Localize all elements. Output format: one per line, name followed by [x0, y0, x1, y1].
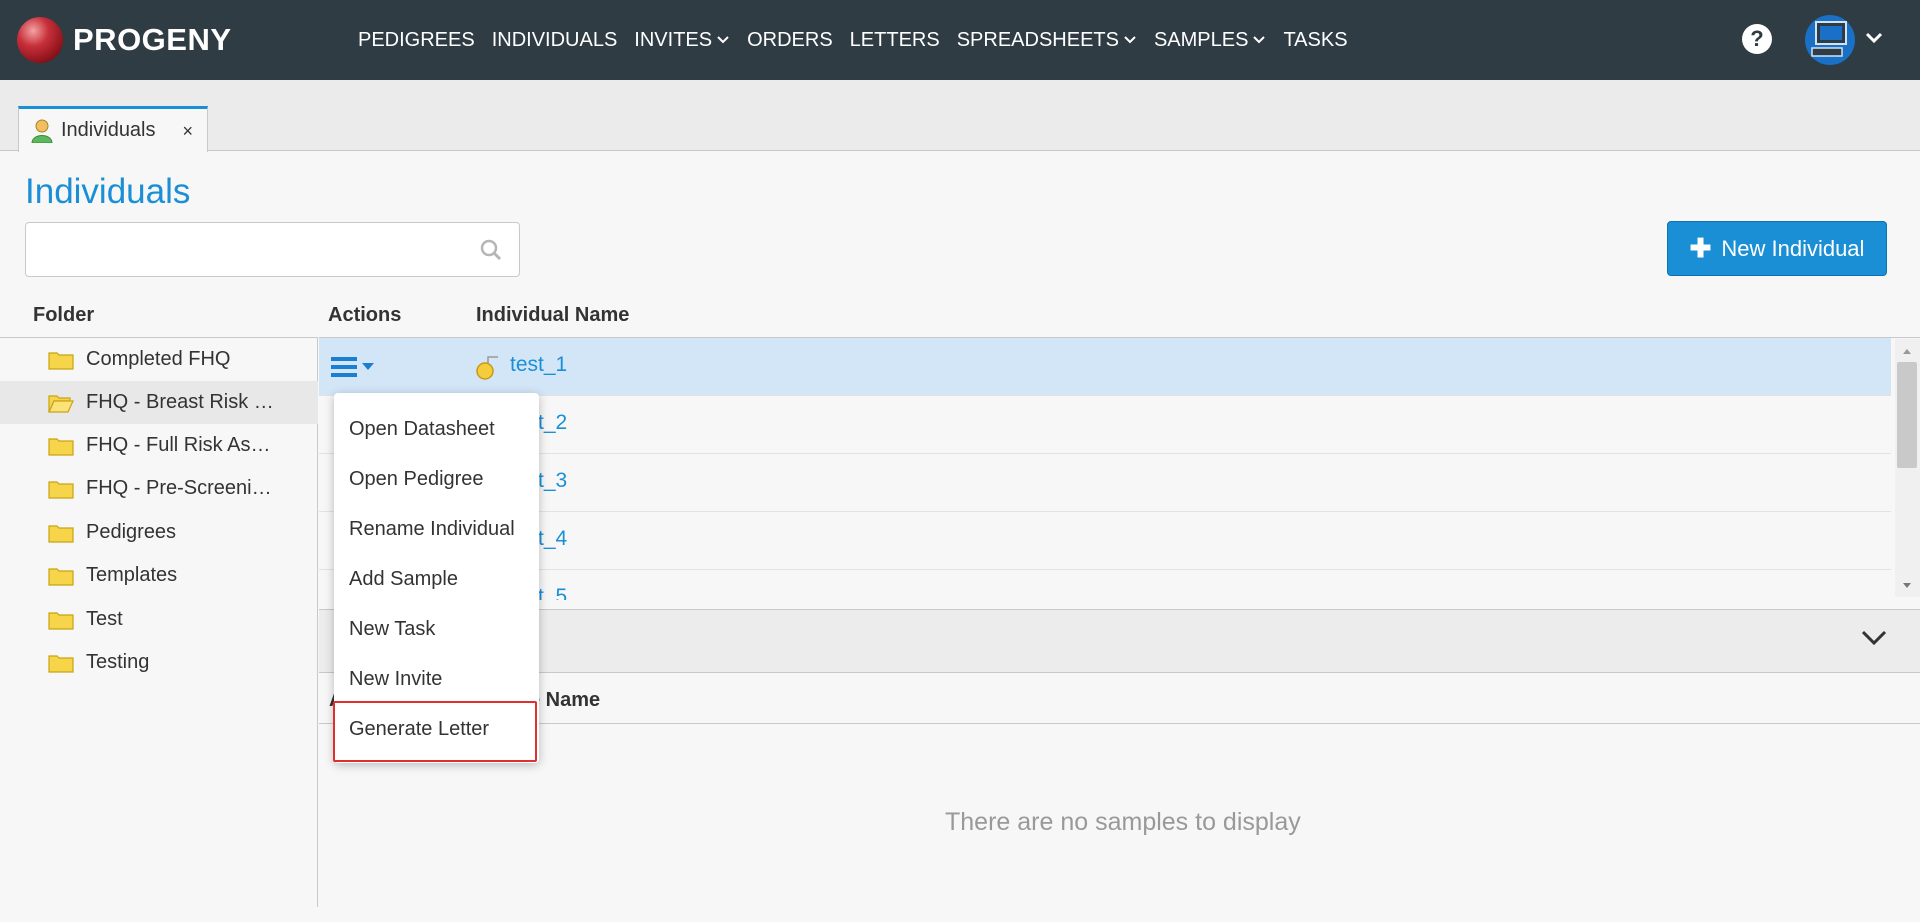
nav-spreadsheets[interactable]: SPREADSHEETS [957, 29, 1137, 52]
brand-name: PROGENY [73, 22, 232, 57]
progeny-logo-icon [17, 17, 63, 63]
menu-item-rename-individual[interactable]: Rename Individual [349, 518, 515, 541]
search-icon[interactable] [479, 238, 503, 262]
table-row[interactable]: test_2 [319, 396, 1891, 454]
folder-item-test[interactable]: Test [0, 598, 318, 641]
plus-icon: ✚ [1689, 233, 1712, 263]
hamburger-menu-icon[interactable] [331, 355, 377, 379]
folder-open-icon [48, 394, 74, 413]
search-input[interactable] [25, 222, 520, 277]
chevron-down-icon [717, 36, 729, 44]
scroll-down-icon[interactable] [1902, 582, 1912, 590]
empty-samples-message: There are no samples to display [945, 808, 1301, 836]
menu-item-add-sample[interactable]: Add Sample [349, 568, 458, 591]
individual-name-link[interactable]: test_1 [510, 353, 567, 377]
tab-individuals[interactable]: Individuals × [18, 106, 208, 152]
folder-panel: Completed FHQ FHQ - Breast Risk … FHQ - … [0, 337, 318, 907]
menu-item-open-datasheet[interactable]: Open Datasheet [349, 418, 495, 441]
close-icon[interactable]: × [182, 121, 193, 142]
individuals-grid: test_1 test_2 test_3 test_4 test_5 [319, 337, 1920, 609]
tab-label: Individuals [61, 119, 156, 141]
folder-icon [48, 524, 74, 543]
folder-icon [48, 654, 74, 673]
folder-item-fhq-breast-risk[interactable]: FHQ - Breast Risk … [0, 381, 318, 424]
nav-tasks[interactable]: TASKS [1283, 29, 1347, 52]
page-title: Individuals [25, 172, 191, 211]
chevron-down-icon[interactable] [1860, 628, 1888, 648]
folder-icon [48, 567, 74, 586]
tab-strip: Individuals × [0, 80, 1920, 152]
folder-item-testing[interactable]: Testing [0, 641, 318, 684]
column-header-sample-name: e Name [529, 689, 601, 711]
nav-individuals[interactable]: INDIVIDUALS [492, 29, 618, 52]
folder-icon [48, 480, 74, 499]
scroll-up-icon[interactable] [1902, 347, 1912, 355]
folder-item-templates[interactable]: Templates [0, 554, 318, 597]
column-header-actions: Actions [328, 304, 402, 326]
column-header-individual-name[interactable]: Individual Name [476, 304, 629, 327]
folder-item-pedigrees[interactable]: Pedigrees [0, 511, 318, 554]
person-icon [31, 119, 53, 143]
table-row[interactable]: test_3 [319, 454, 1891, 512]
highlight-box [333, 701, 537, 762]
nav-letters[interactable]: LETTERS [850, 29, 940, 52]
question-circle-icon[interactable]: ? [1742, 24, 1772, 54]
nav-samples[interactable]: SAMPLES [1154, 29, 1266, 52]
main-nav: PEDIGREES INDIVIDUALS INVITES ORDERS LET… [358, 0, 1348, 80]
folder-item-fhq-full-risk[interactable]: FHQ - Full Risk As… [0, 424, 318, 467]
chevron-down-icon[interactable] [1864, 30, 1884, 46]
folder-item-completed-fhq[interactable]: Completed FHQ [0, 338, 318, 381]
scrollbar-thumb[interactable] [1897, 362, 1917, 468]
chevron-down-icon [1253, 36, 1266, 44]
menu-item-open-pedigree[interactable]: Open Pedigree [349, 468, 484, 491]
nav-invites[interactable]: INVITES [634, 29, 730, 52]
detail-panel-header [319, 609, 1920, 673]
chevron-down-icon [1124, 36, 1136, 44]
individual-female-icon [476, 356, 498, 380]
top-nav-bar: PROGENY PEDIGREES INDIVIDUALS INVITES OR… [0, 0, 1920, 80]
table-row[interactable]: test_4 [319, 512, 1891, 570]
folder-item-fhq-pre-screening[interactable]: FHQ - Pre-Screeni… [0, 467, 318, 510]
column-header-folder: Folder [33, 304, 95, 326]
samples-table-header: A e Name [319, 674, 1920, 724]
menu-item-new-invite[interactable]: New Invite [349, 668, 442, 691]
menu-item-new-task[interactable]: New Task [349, 618, 435, 641]
folder-icon [48, 611, 74, 630]
folder-icon [48, 437, 74, 456]
nav-orders[interactable]: ORDERS [747, 29, 833, 52]
table-row[interactable]: test_5 [319, 570, 1891, 600]
user-computer-icon[interactable] [1804, 14, 1856, 66]
folder-icon [48, 351, 74, 370]
nav-pedigrees[interactable]: PEDIGREES [358, 29, 475, 52]
table-row[interactable]: test_1 [319, 338, 1891, 396]
new-individual-button[interactable]: ✚ New Individual [1667, 221, 1887, 276]
